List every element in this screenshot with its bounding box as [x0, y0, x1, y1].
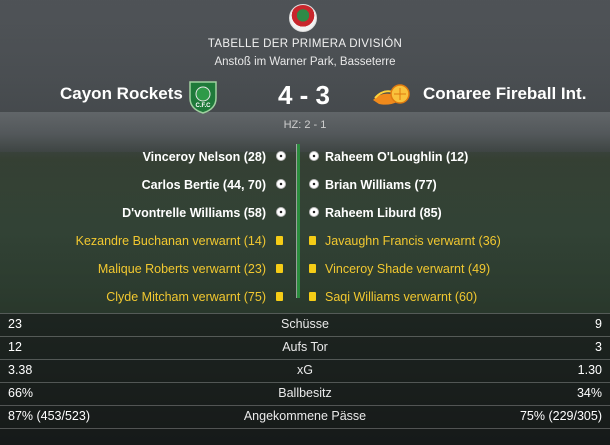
halftime-score: HZ: 2 - 1: [283, 119, 327, 131]
stat-away-value: 1.30: [577, 363, 602, 377]
goal-ball-icon: [309, 206, 319, 217]
yellow-card-icon: [276, 262, 286, 273]
away-event[interactable]: Vinceroy Shade verwarnt (49): [325, 262, 490, 276]
goal-ball-icon: [276, 178, 286, 189]
yellow-card-icon: [309, 290, 319, 301]
event-row: Kezandre Buchanan verwarnt (14) Javaughn…: [0, 234, 610, 262]
stat-row-shots: 23 Schüsse 9: [0, 314, 610, 336]
home-team-badge-icon[interactable]: C.F.C: [186, 78, 220, 114]
event-row: Malique Roberts verwarnt (23) Vinceroy S…: [0, 262, 610, 290]
goal-ball-icon: [309, 178, 319, 189]
home-event[interactable]: Malique Roberts verwarnt (23): [98, 262, 266, 276]
stat-label: Ballbesitz: [278, 386, 332, 400]
stat-label: Angekommene Pässe: [243, 409, 367, 423]
yellow-card-icon: [276, 290, 286, 301]
event-row: D'vontrelle Williams (58) Raheem Liburd …: [0, 206, 610, 234]
home-event[interactable]: Kezandre Buchanan verwarnt (14): [76, 234, 266, 248]
home-event[interactable]: Vinceroy Nelson (28): [143, 150, 266, 164]
stat-away-value: 75% (229/305): [519, 409, 602, 423]
goal-ball-icon: [276, 150, 286, 161]
stat-row-passes: 87% (453/523) Angekommene Pässe 75% (229…: [0, 406, 610, 428]
match-score: 4 - 3: [277, 80, 331, 110]
stat-away-value: 34%: [576, 386, 602, 400]
home-team-name[interactable]: Cayon Rockets: [60, 84, 183, 104]
away-event[interactable]: Saqi Williams verwarnt (60): [325, 290, 477, 304]
stat-divider: [0, 428, 610, 429]
goal-ball-icon: [276, 206, 286, 217]
home-event[interactable]: Clyde Mitcham verwarnt (75): [106, 290, 266, 304]
stat-away-value: 9: [595, 317, 602, 331]
match-stats: 23 Schüsse 9 12 Aufs Tor 3 3.38 xG 1.30 …: [0, 313, 610, 445]
stat-row-xg: 3.38 xG 1.30: [0, 360, 610, 382]
away-team-name[interactable]: Conaree Fireball Int.: [423, 84, 586, 104]
home-event[interactable]: D'vontrelle Williams (58): [122, 206, 266, 220]
yellow-card-icon: [309, 234, 319, 245]
competition-title[interactable]: TABELLE DER PRIMERA DIVISIÓN: [0, 38, 610, 50]
stat-label: Aufs Tor: [282, 340, 328, 354]
stat-label: xG: [297, 363, 313, 377]
venue-text: Anstoß im Warner Park, Basseterre: [214, 56, 396, 68]
away-event[interactable]: Raheem O'Loughlin (12): [325, 150, 468, 164]
stat-away-value: 3: [595, 340, 602, 354]
home-event[interactable]: Carlos Bertie (44, 70): [142, 178, 266, 192]
away-event[interactable]: Javaughn Francis verwarnt (36): [325, 234, 501, 248]
away-team-badge-icon[interactable]: [371, 80, 413, 110]
away-event[interactable]: Brian Williams (77): [325, 178, 437, 192]
event-row: Carlos Bertie (44, 70) Brian Williams (7…: [0, 178, 610, 206]
away-event[interactable]: Raheem Liburd (85): [325, 206, 442, 220]
home-badge-text: C.F.C: [196, 103, 212, 109]
stat-row-possession: 66% Ballbesitz 34%: [0, 383, 610, 405]
yellow-card-icon: [309, 262, 319, 273]
stat-row-on-target: 12 Aufs Tor 3: [0, 337, 610, 359]
goal-ball-icon: [309, 150, 319, 161]
yellow-card-icon: [276, 234, 286, 245]
competition-logo-icon: [289, 4, 317, 32]
stat-label: Schüsse: [281, 317, 329, 331]
event-row: Vinceroy Nelson (28) Raheem O'Loughlin (…: [0, 150, 610, 178]
